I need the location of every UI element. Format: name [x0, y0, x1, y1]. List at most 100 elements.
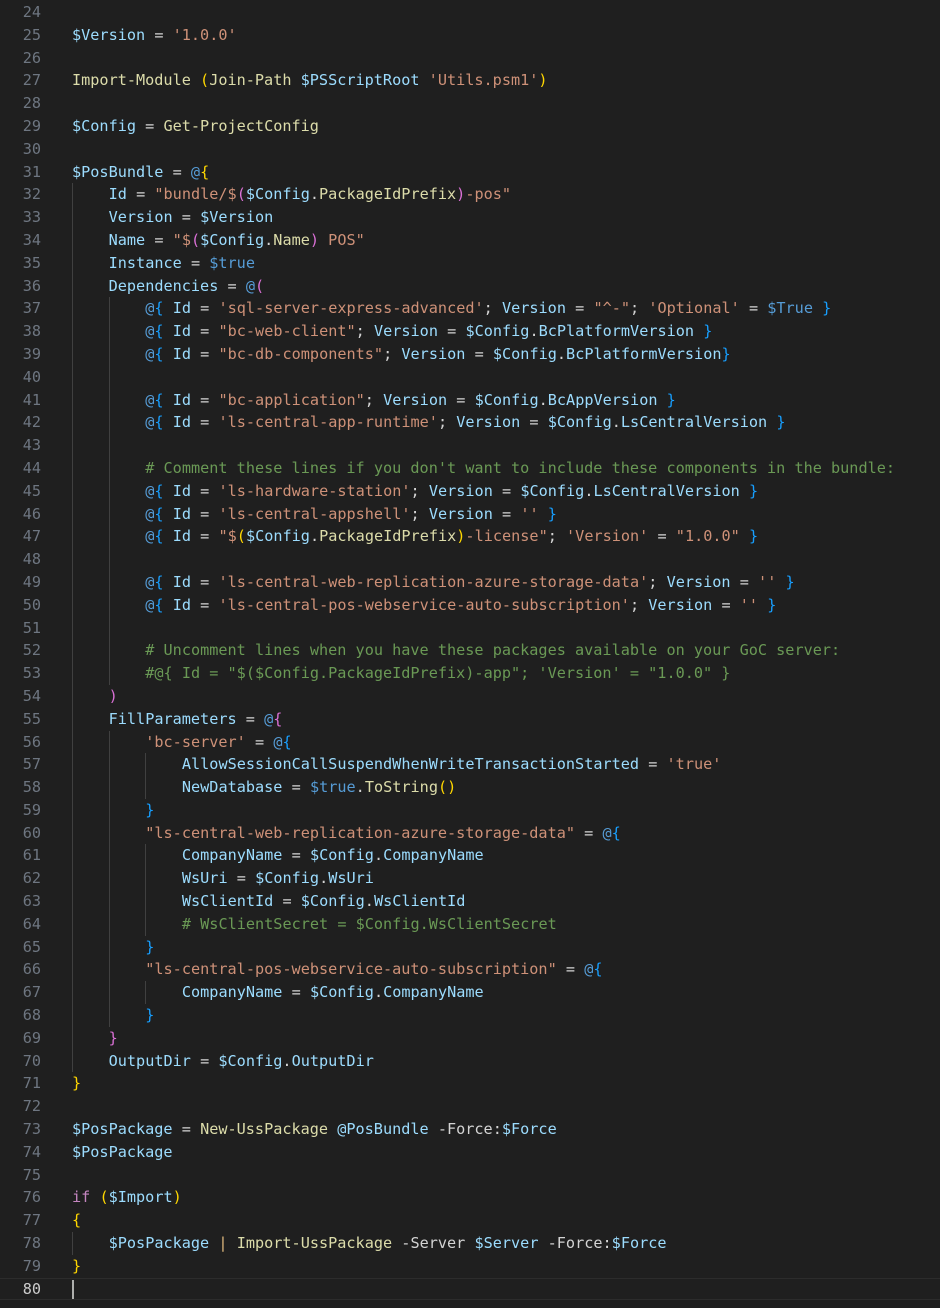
code-line[interactable]: 60 "ls-central-web-replication-azure-sto…: [0, 821, 940, 845]
code-line[interactable]: 34 Name = "$($Config.Name) POS": [0, 228, 940, 252]
code-line[interactable]: 33 Version = $Version: [0, 206, 940, 229]
code-line[interactable]: 65 }: [0, 935, 940, 959]
code-line[interactable]: 37 @{ Id = 'sql-server-express-advanced'…: [0, 297, 940, 321]
code-line[interactable]: 24: [0, 1, 940, 24]
code-token: Import-Module: [72, 71, 191, 90]
code-line[interactable]: 48: [0, 548, 940, 571]
code-line[interactable]: 71}: [0, 1072, 940, 1095]
code-line[interactable]: 61 CompanyName = $Config.CompanyName: [0, 844, 940, 868]
code-line[interactable]: 52 # Uncomment lines when you have these…: [0, 639, 940, 663]
line-number: 45: [22, 481, 41, 500]
line-number: 80: [22, 1279, 41, 1298]
code-line[interactable]: 53 #@{ Id = "$($Config.PackageIdPrefix)-…: [0, 662, 940, 685]
code-line[interactable]: 30: [0, 138, 940, 161]
line-number: 79: [22, 1256, 41, 1275]
code-line[interactable]: 79}: [0, 1255, 940, 1278]
code-line[interactable]: 72: [0, 1095, 940, 1118]
code-line[interactable]: 63 WsClientId = $Config.WsClientId: [0, 890, 940, 913]
code-line[interactable]: 73 $PosPackage = New-UssPackage @PosBundl…: [0, 1118, 940, 1141]
code-text: if ($Import): [72, 1186, 182, 1209]
line-number: 68: [22, 1006, 41, 1025]
code-line[interactable]: 75: [0, 1164, 940, 1187]
code-line[interactable]: 47 @{ Id = "$($Config.PackageIdPrefix)-l…: [0, 525, 940, 549]
code-editor[interactable]: 24 25 $Version = '1.0.0' 26 27 Import-Module …: [0, 1, 940, 1300]
code-line[interactable]: 43: [0, 434, 940, 457]
code-line[interactable]: 51: [0, 616, 940, 640]
code-token: 'Version': [566, 527, 649, 546]
line-number: 55: [22, 709, 41, 728]
code-line[interactable]: 49 @{ Id = 'ls-central-web-replication-a…: [0, 570, 940, 594]
code-line[interactable]: 45 @{ Id = 'ls-hardware-station'; Versio…: [0, 479, 940, 503]
code-line[interactable]: 36 Dependencies = @(: [0, 274, 940, 298]
code-line[interactable]: 26: [0, 47, 940, 70]
code-line[interactable]: 67 CompanyName = $Config.CompanyName: [0, 981, 940, 1005]
code-line[interactable]: 46 @{ Id = 'ls-central-appshell'; Versio…: [0, 502, 940, 526]
code-line[interactable]: 57 AllowSessionCallSuspendWhenWriteTrans…: [0, 753, 940, 777]
code-line[interactable]: 31 $PosBundle = @{: [0, 161, 940, 184]
code-line[interactable]: 78 $PosPackage | Import-UssPackage -Serv…: [0, 1232, 940, 1255]
code-line[interactable]: 70 OutputDir = $Config.OutputDir: [0, 1049, 940, 1073]
code-line[interactable]: 38 @{ Id = "bc-web-client"; Version = $C…: [0, 320, 940, 343]
code-line[interactable]: 25 $Version = '1.0.0': [0, 24, 940, 47]
code-token: {: [593, 960, 603, 979]
code-line[interactable]: 58 NewDatabase = $true.ToString(): [0, 776, 940, 799]
code-line[interactable]: 42 @{ Id = 'ls-central-app-runtime'; Ver…: [0, 411, 940, 435]
code-line[interactable]: 27 Import-Module (Join-Path $PSScriptRoot…: [0, 69, 940, 92]
code-token: =: [227, 276, 237, 295]
indent-guide: [108, 365, 110, 389]
code-text: # WsClientSecret = $Config.WsClientSecre…: [72, 913, 557, 936]
code-line[interactable]: 55 FillParameters = @{: [0, 707, 940, 731]
code-line[interactable]: 29 $Config = Get-ProjectConfig: [0, 115, 940, 138]
code-line[interactable]: 56 'bc-server' = @{: [0, 730, 940, 754]
code-token: {: [273, 709, 283, 728]
code-line[interactable]: 74 $PosPackage: [0, 1141, 940, 1164]
code-line[interactable]: 59 }: [0, 798, 940, 822]
code-token: .: [364, 892, 374, 911]
code-line[interactable]: 77 {: [0, 1209, 940, 1232]
code-line[interactable]: 68 }: [0, 1004, 940, 1027]
code-line[interactable]: 39 @{ Id = "bc-db-components"; Version =…: [0, 342, 940, 366]
code-line[interactable]: 80: [0, 1278, 940, 1301]
code-line[interactable]: 69 }: [0, 1026, 940, 1050]
code-token: ;: [437, 413, 448, 432]
code-line[interactable]: 54 ): [0, 684, 940, 708]
code-line[interactable]: 35 Instance = $true: [0, 251, 940, 275]
code-token: $Version: [72, 25, 146, 44]
code-token: {: [154, 344, 164, 363]
code-token: =: [190, 253, 201, 272]
code-line[interactable]: 44 # Comment these lines if you don't wa…: [0, 456, 940, 480]
code-line[interactable]: 50 @{ Id = 'ls-central-pos-webservice-au…: [0, 593, 940, 617]
code-line[interactable]: 66 "ls-central-pos-webservice-auto-subsc…: [0, 958, 940, 982]
code-line[interactable]: 41 @{ Id = "bc-application"; Version = $…: [0, 388, 940, 412]
code-line[interactable]: 76 if ($Import): [0, 1186, 940, 1209]
code-line[interactable]: 28: [0, 92, 940, 115]
code-line[interactable]: 32 Id = "bundle/$($Config.PackageIdPrefi…: [0, 183, 940, 207]
code-line[interactable]: 64 # WsClientSecret = $Config.WsClientSe…: [0, 912, 940, 936]
code-token: .: [529, 322, 539, 341]
code-token: '': [758, 572, 777, 591]
code-line[interactable]: 62 WsUri = $Config.WsUri: [0, 867, 940, 891]
code-line[interactable]: 40: [0, 365, 940, 389]
